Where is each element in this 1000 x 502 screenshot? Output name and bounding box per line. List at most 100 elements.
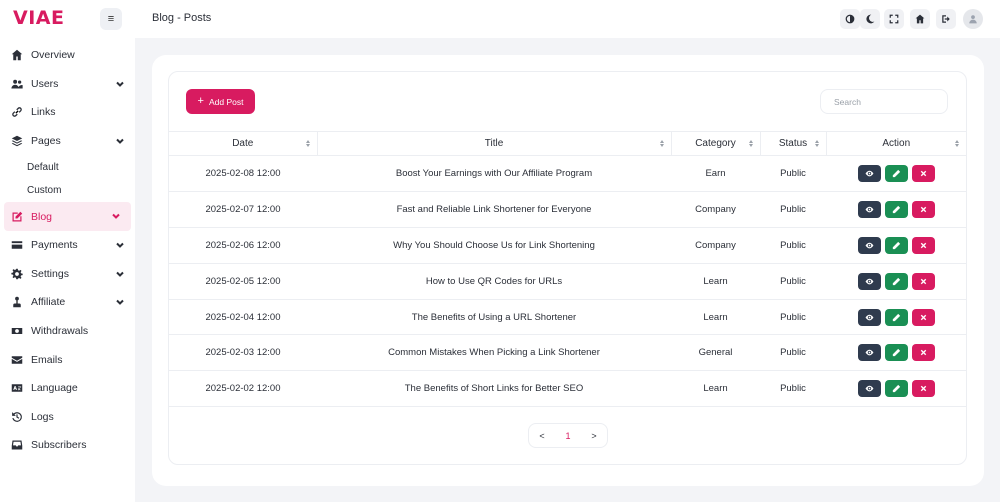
edit-button[interactable]: [884, 344, 908, 362]
cell-title: How to Use QR Codes for URLs: [317, 263, 671, 300]
user-avatar[interactable]: [963, 9, 983, 29]
menu-toggle-button[interactable]: ≡: [100, 8, 122, 30]
chevron-down-icon: [116, 138, 124, 144]
eye-icon: [865, 206, 873, 213]
brand-logo[interactable]: VIAE: [13, 7, 64, 29]
column-label: Title: [484, 138, 504, 149]
chevron-down-icon: [115, 79, 125, 92]
moon-icon: [866, 14, 875, 24]
close-icon: [920, 314, 926, 320]
delete-button[interactable]: [911, 236, 935, 254]
contrast-icon: [845, 14, 855, 24]
add-post-button[interactable]: + Add Post: [186, 89, 255, 114]
view-button[interactable]: [857, 164, 881, 182]
sidebar-item-label: Logs: [31, 410, 54, 423]
logout-button[interactable]: [936, 9, 956, 29]
close-icon: [920, 350, 926, 356]
sidebar-item-affiliate[interactable]: Affiliate: [0, 288, 135, 317]
edit-button[interactable]: [884, 308, 908, 326]
column-header-date[interactable]: Date: [169, 131, 318, 156]
delete-button[interactable]: [911, 380, 935, 398]
cell-status: Public: [760, 334, 826, 372]
sidebar-subitem-custom[interactable]: Custom: [0, 179, 135, 203]
prev-page-button[interactable]: <: [529, 424, 555, 447]
link-icon: [10, 106, 23, 119]
cell-date: 2025-02-06 12:00: [169, 227, 317, 264]
logout-icon: [942, 15, 950, 23]
column-label: Date: [232, 138, 254, 149]
dark-mode-button[interactable]: [860, 9, 880, 29]
sidebar-item-label: Emails: [31, 353, 63, 366]
edit-button[interactable]: [884, 164, 908, 182]
home-button[interactable]: [910, 9, 930, 29]
delete-button[interactable]: [911, 344, 935, 362]
cell-date: 2025-02-02 12:00: [169, 370, 317, 408]
column-header-category[interactable]: Category: [671, 131, 761, 156]
delete-button[interactable]: [911, 164, 935, 182]
sidebar-item-label: Subscribers: [31, 439, 87, 452]
sidebar-item-label: Users: [31, 77, 59, 90]
inbox-icon: [10, 439, 23, 452]
sort-icon: [814, 140, 820, 147]
pencil-icon: [10, 210, 23, 223]
sidebar-item-subscribers[interactable]: Subscribers: [0, 431, 135, 460]
edit-button[interactable]: [884, 236, 908, 254]
sidebar-item-emails[interactable]: Emails: [0, 345, 135, 374]
pencil-icon: [892, 169, 900, 178]
search-input[interactable]: [820, 89, 948, 114]
view-button[interactable]: [857, 380, 881, 398]
cell-category: Earn: [671, 155, 760, 192]
delete-button[interactable]: [911, 308, 935, 326]
view-button[interactable]: [857, 344, 881, 362]
sidebar-item-logs[interactable]: Logs: [0, 403, 135, 432]
edit-button[interactable]: [884, 380, 908, 398]
delete-button[interactable]: [911, 272, 935, 290]
view-button[interactable]: [857, 308, 881, 326]
sidebar-subitem-default[interactable]: Default: [0, 155, 135, 179]
edit-button[interactable]: [884, 272, 908, 290]
fullscreen-button[interactable]: [884, 9, 904, 29]
theme-auto-button[interactable]: [840, 9, 860, 29]
cell-date: 2025-02-05 12:00: [169, 263, 317, 300]
column-header-action[interactable]: Action: [826, 131, 966, 156]
next-page-button[interactable]: >: [581, 424, 607, 447]
plus-icon: +: [197, 95, 204, 107]
sidebar-item-pages[interactable]: Pages: [0, 127, 135, 156]
view-button[interactable]: [857, 236, 881, 254]
delete-button[interactable]: [911, 200, 935, 218]
column-header-status[interactable]: Status: [760, 131, 827, 156]
sidebar-item-links[interactable]: Links: [0, 98, 135, 127]
sidebar-item-label: Language: [31, 382, 78, 395]
column-header-title[interactable]: Title: [317, 131, 672, 156]
table-header-row: Date Title Category Status Action: [169, 131, 966, 156]
view-button[interactable]: [857, 272, 881, 290]
sidebar-item-settings[interactable]: Settings: [0, 260, 135, 289]
sidebar-item-language[interactable]: Language: [0, 374, 135, 403]
cell-actions: [826, 299, 966, 336]
gear-icon: [10, 267, 23, 280]
sidebar-item-blog[interactable]: Blog: [4, 202, 131, 231]
edit-button[interactable]: [884, 200, 908, 218]
sidebar-item-payments[interactable]: Payments: [0, 231, 135, 260]
close-icon: [920, 242, 926, 248]
table-row: 2025-02-02 12:00 The Benefits of Short Li…: [169, 370, 966, 408]
pencil-icon: [892, 241, 900, 249]
sidebar-item-label: Links: [31, 106, 56, 119]
sidebar-item-users[interactable]: Users: [0, 70, 135, 99]
pencil-icon: [892, 205, 900, 213]
cell-actions: [826, 191, 966, 228]
chevron-down-icon: [116, 81, 124, 87]
table-row: 2025-02-07 12:00 Fast and Reliable Link S…: [169, 191, 966, 228]
close-icon: [920, 170, 926, 177]
sidebar-item-withdrawals[interactable]: Withdrawals: [0, 317, 135, 346]
home-icon: [10, 49, 23, 62]
chevron-down-icon: [115, 240, 125, 253]
sidebar-item-overview[interactable]: Overview: [0, 41, 135, 70]
history-icon: [10, 410, 23, 423]
close-icon: [920, 206, 926, 213]
table-row: 2025-02-04 12:00 The Benefits of Using a …: [169, 299, 966, 336]
cell-category: General: [671, 334, 760, 372]
view-button[interactable]: [857, 200, 881, 218]
page-1-button[interactable]: 1: [555, 424, 581, 447]
cell-title: The Benefits of Short Links for Better S…: [317, 370, 671, 408]
